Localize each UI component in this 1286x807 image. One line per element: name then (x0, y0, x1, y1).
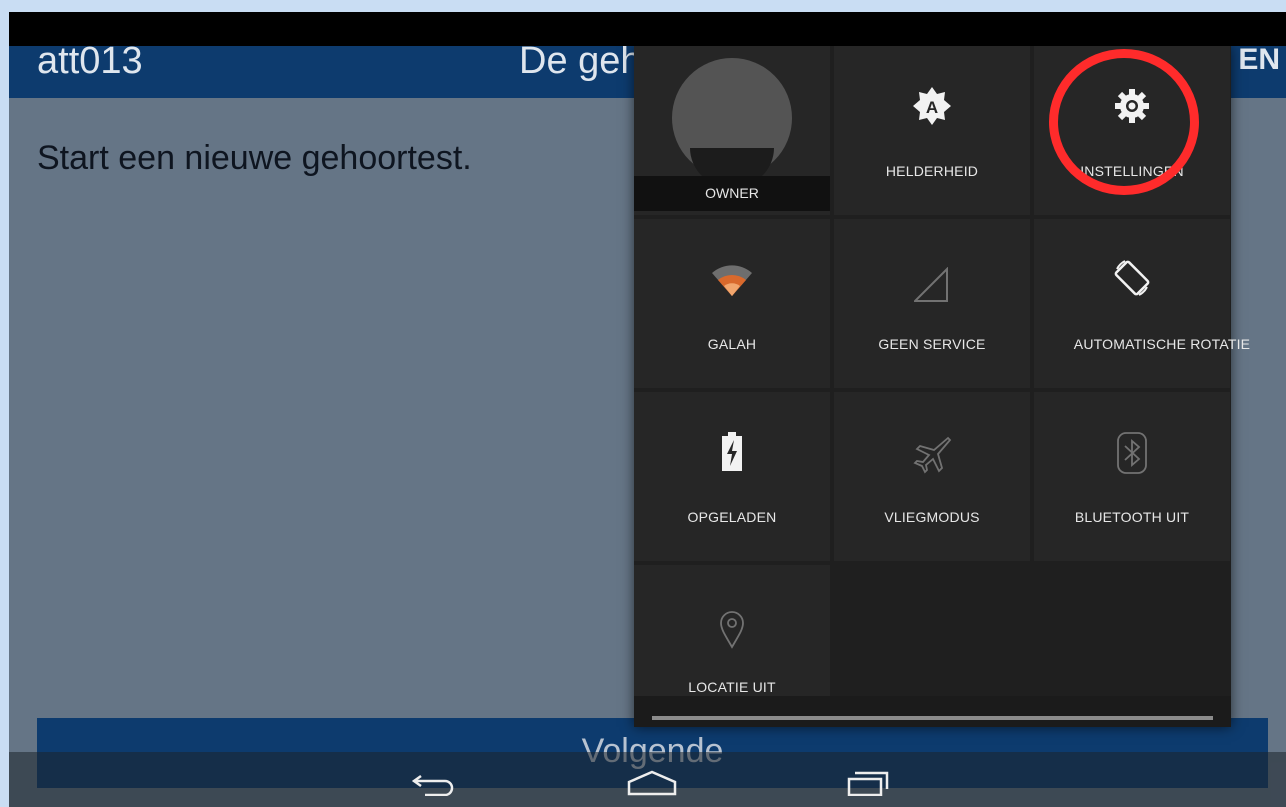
tile-bluetooth[interactable]: BLUETOOTH UIT (1034, 392, 1230, 561)
home-icon[interactable] (627, 770, 677, 801)
tile-auto-rotate[interactable]: AUTOMATISCHE ROTATIE (1034, 219, 1250, 388)
navigation-bar (9, 752, 1286, 807)
quick-settings-footer (634, 696, 1231, 727)
recent-apps-icon[interactable] (845, 770, 891, 801)
tile-label: HELDERHEID (885, 163, 979, 179)
tile-label: OPGELADEN (687, 509, 777, 525)
status-bar[interactable] (9, 12, 1286, 46)
tile-brightness[interactable]: A HELDERHEID (834, 46, 1030, 215)
panel-drag-handle[interactable] (652, 716, 1213, 720)
tile-label: AUTOMATISCHE ROTATIE (1073, 336, 1251, 352)
tile-location[interactable]: LOCATIE UIT (634, 565, 830, 696)
signal-icon (912, 266, 950, 308)
highlight-annotation-circle (1049, 49, 1199, 195)
language-toggle[interactable]: EN (1238, 46, 1280, 77)
airplane-icon (912, 434, 952, 479)
back-icon[interactable] (411, 770, 457, 801)
owner-label: OWNER (634, 176, 830, 211)
app-id: att013 (37, 46, 143, 82)
wifi-icon (710, 265, 754, 302)
tile-airplane-mode[interactable]: VLIEGMODUS (834, 392, 1030, 561)
brightness-auto-icon: A (912, 86, 952, 131)
location-icon (719, 611, 745, 654)
tile-label: VLIEGMODUS (884, 509, 980, 525)
battery-charging-icon (721, 432, 743, 477)
tile-label: BLUETOOTH UIT (1074, 509, 1190, 525)
svg-text:A: A (926, 98, 938, 117)
tile-battery[interactable]: OPGELADEN (634, 392, 830, 561)
auto-rotate-icon (1111, 257, 1153, 304)
tile-label: GALAH (707, 336, 757, 352)
tile-owner[interactable]: OWNER (634, 46, 830, 215)
tile-mobile-signal[interactable]: GEEN SERVICE (834, 219, 1030, 388)
tile-label: LOCATIE UIT (688, 679, 776, 695)
instruction-text: Start een nieuwe gehoortest. (37, 139, 472, 177)
bluetooth-icon (1117, 432, 1147, 479)
tile-wifi[interactable]: GALAH (634, 219, 830, 388)
tile-label: GEEN SERVICE (878, 336, 986, 352)
